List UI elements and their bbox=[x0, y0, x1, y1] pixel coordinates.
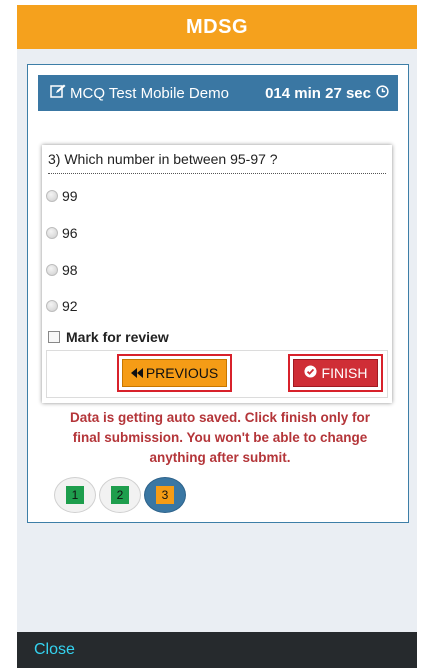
option-1[interactable]: 99 bbox=[46, 188, 78, 204]
test-title-group: MCQ Test Mobile Demo bbox=[50, 84, 229, 102]
finish-label: FINISH bbox=[321, 365, 368, 381]
check-circle-icon bbox=[304, 365, 317, 381]
previous-button-highlight: PREVIOUS bbox=[117, 354, 232, 392]
option-label: 99 bbox=[62, 188, 78, 204]
previous-button[interactable]: PREVIOUS bbox=[122, 359, 227, 387]
option-label: 96 bbox=[62, 225, 78, 241]
page-button-2[interactable]: 2 bbox=[99, 477, 141, 513]
radio-button[interactable] bbox=[46, 264, 58, 276]
countdown-timer: 014 min 27 sec bbox=[265, 85, 389, 102]
edit-icon bbox=[50, 84, 66, 102]
mark-for-review[interactable]: Mark for review bbox=[48, 329, 169, 345]
navigation-buttons: PREVIOUS FINISH bbox=[46, 350, 388, 398]
timer-text: 014 min 27 sec bbox=[265, 84, 371, 102]
app-header: MDSG bbox=[17, 5, 417, 49]
app-frame: MDSG MCQ Test Mobile Demo 014 min 27 sec bbox=[17, 5, 417, 668]
question-pager: 1 2 3 bbox=[54, 477, 186, 513]
radio-button[interactable] bbox=[46, 227, 58, 239]
close-link[interactable]: Close bbox=[34, 641, 75, 659]
page-button-3[interactable]: 3 bbox=[144, 477, 186, 513]
review-checkbox[interactable] bbox=[48, 331, 60, 343]
option-4[interactable]: 92 bbox=[46, 298, 78, 314]
previous-label: PREVIOUS bbox=[145, 365, 219, 381]
test-title: MCQ Test Mobile Demo bbox=[70, 84, 229, 102]
finish-button[interactable]: FINISH bbox=[293, 359, 378, 387]
option-label: 98 bbox=[62, 262, 78, 278]
clock-icon bbox=[376, 84, 389, 102]
radio-button[interactable] bbox=[46, 190, 58, 202]
page-number: 3 bbox=[156, 486, 174, 504]
question-card: 3) Which number in between 95-97 ? 99 96… bbox=[42, 145, 392, 403]
test-info-bar: MCQ Test Mobile Demo 014 min 27 sec bbox=[38, 75, 398, 111]
app-title: MDSG bbox=[186, 15, 248, 38]
radio-button[interactable] bbox=[46, 300, 58, 312]
footer-bar: Close bbox=[17, 632, 417, 668]
page-number: 1 bbox=[66, 486, 84, 504]
review-label: Mark for review bbox=[66, 329, 169, 345]
page-number: 2 bbox=[111, 486, 129, 504]
question-text: 3) Which number in between 95-97 ? bbox=[48, 151, 386, 174]
finish-button-highlight: FINISH bbox=[288, 354, 383, 392]
option-3[interactable]: 98 bbox=[46, 262, 78, 278]
option-2[interactable]: 96 bbox=[46, 225, 78, 241]
double-chevron-left-icon bbox=[130, 365, 143, 381]
autosave-notice: Data is getting auto saved. Click finish… bbox=[69, 410, 371, 465]
page-button-1[interactable]: 1 bbox=[54, 477, 96, 513]
option-label: 92 bbox=[62, 298, 78, 314]
test-panel: MCQ Test Mobile Demo 014 min 27 sec 3) W… bbox=[27, 64, 409, 523]
